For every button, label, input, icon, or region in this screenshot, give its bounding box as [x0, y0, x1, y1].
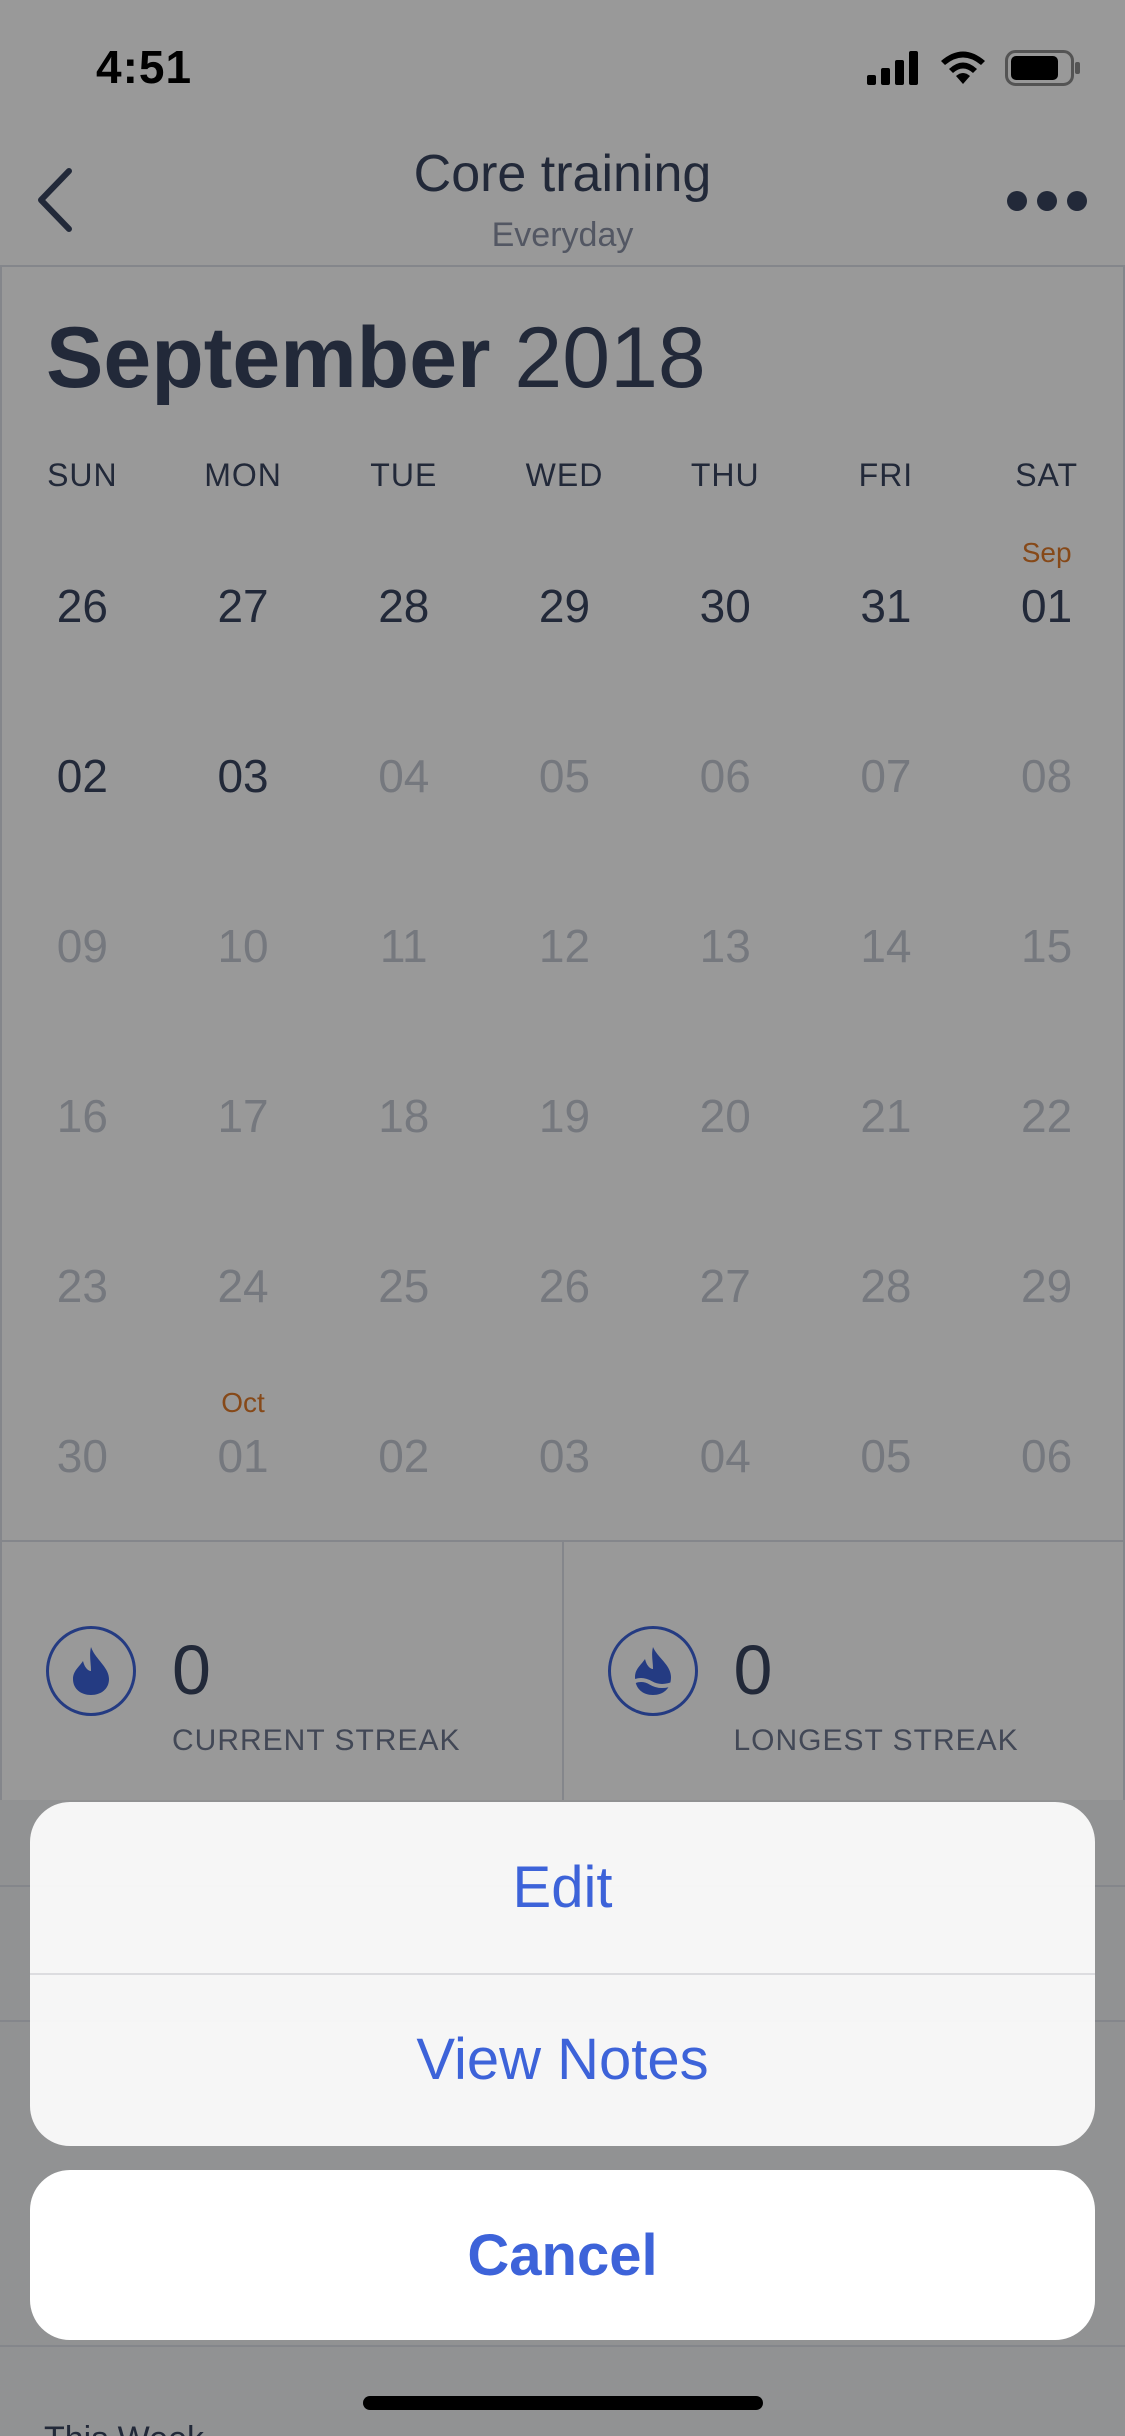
edit-button[interactable]: Edit	[30, 1802, 1095, 1973]
action-sheet: Edit View Notes	[30, 1802, 1095, 2146]
cancel-button[interactable]: Cancel	[30, 2170, 1095, 2340]
home-indicator[interactable]	[363, 2396, 763, 2410]
view-notes-button[interactable]: View Notes	[30, 1973, 1095, 2144]
